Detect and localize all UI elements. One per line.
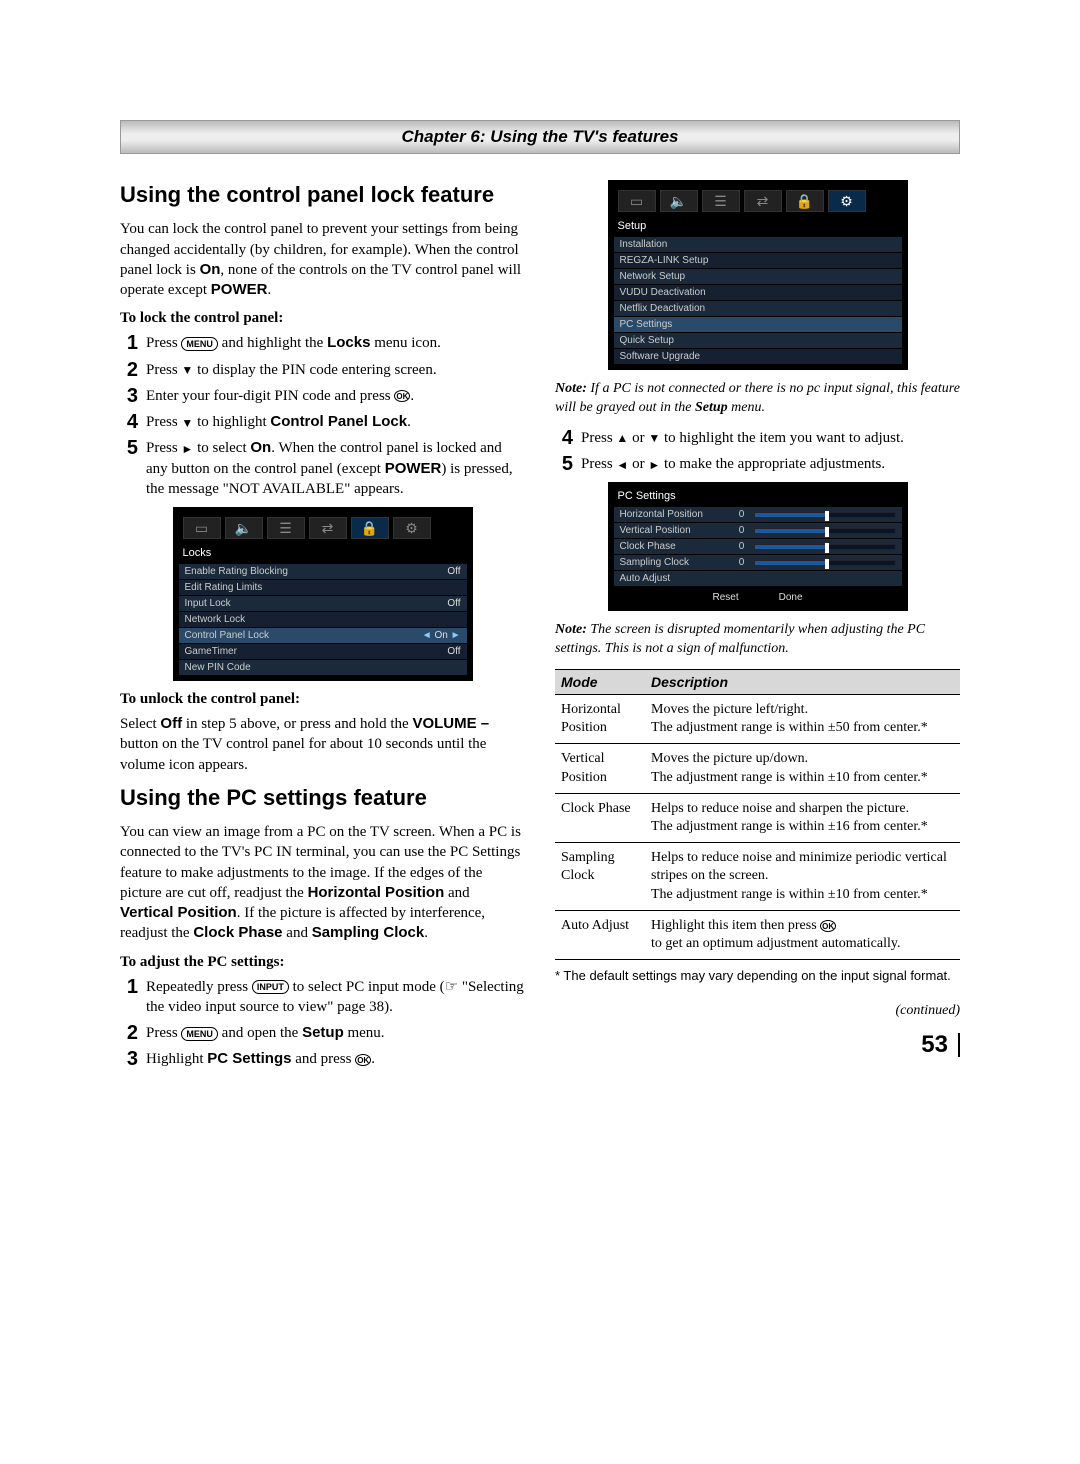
step-a2: 2 Press MENU and open the Setup menu.: [120, 1023, 525, 1043]
ok-button-icon: OK: [820, 920, 836, 932]
tab-setup-icon: ☰: [702, 190, 740, 212]
step-2: 2 Press ▼ to display the PIN code enteri…: [120, 360, 525, 380]
table-row-auto: Auto Adjust Highlight this item then pre…: [555, 910, 960, 959]
tab-picture-icon: ▭: [618, 190, 656, 212]
page-number: 53: [555, 1033, 960, 1057]
menu-row: Edit Rating Limits: [179, 579, 467, 595]
step-a3: 3 Highlight PC Settings and press OK.: [120, 1049, 525, 1069]
down-arrow-icon: ▼: [648, 430, 660, 446]
menu-row: Control Panel Lock◄ On ►: [179, 627, 467, 643]
tab-picture-icon: ▭: [183, 517, 221, 539]
step-a4: 4 Press ▲ or ▼ to highlight the item you…: [555, 428, 960, 448]
continued-label: (continued): [555, 1003, 960, 1019]
up-arrow-icon: ▲: [616, 430, 628, 446]
mode-description-table: Mode Description Horizontal PositionMove…: [555, 669, 960, 960]
steps-adjust-cont: 4 Press ▲ or ▼ to highlight the item you…: [555, 428, 960, 475]
tab-sound-icon: 🔈: [225, 517, 263, 539]
down-arrow-icon: ▼: [181, 415, 193, 431]
col-desc: Description: [645, 670, 960, 695]
table-row: Horizontal PositionMoves the picture lef…: [555, 695, 960, 744]
right-arrow-icon: ►: [181, 441, 193, 457]
menu-row: New PIN Code: [179, 659, 467, 675]
step-a5: 5 Press ◄ or ► to make the appropriate a…: [555, 454, 960, 474]
button-row: Reset Done: [614, 586, 902, 605]
menu-button-icon: MENU: [181, 337, 218, 351]
tab-lock-icon: 🔒: [351, 517, 389, 539]
slider-row: Clock Phase0: [614, 538, 902, 554]
menu-title: Setup: [614, 218, 902, 236]
step-a1: 1 Repeatedly press INPUT to select PC in…: [120, 977, 525, 1018]
table-row: Vertical PositionMoves the picture up/do…: [555, 744, 960, 793]
done-button: Done: [779, 592, 803, 603]
table-row: Sampling ClockHelps to reduce noise and …: [555, 843, 960, 911]
right-arrow-icon: ►: [648, 457, 660, 473]
menu-row: Netflix Deactivation: [614, 300, 902, 316]
tab-gear-icon: ⚙: [393, 517, 431, 539]
slider-row: Horizontal Position0: [614, 506, 902, 522]
menu-row: Enable Rating BlockingOff: [179, 563, 467, 579]
menu-title: Locks: [179, 545, 467, 563]
menu-row: PC Settings: [614, 316, 902, 332]
tab-sound-icon: 🔈: [660, 190, 698, 212]
heading-control-panel-lock: Using the control panel lock feature: [120, 182, 525, 207]
slider-row: Sampling Clock0: [614, 554, 902, 570]
menu-row: Quick Setup: [614, 332, 902, 348]
tab-row: ▭ 🔈 ☰ ⇄ 🔒 ⚙: [614, 186, 902, 218]
tab-row: ▭ 🔈 ☰ ⇄ 🔒 ⚙: [179, 513, 467, 545]
steps-adjust: 1 Repeatedly press INPUT to select PC in…: [120, 977, 525, 1070]
menu-row: Auto Adjust: [614, 570, 902, 586]
setup-menu-screenshot: ▭ 🔈 ☰ ⇄ 🔒 ⚙ Setup InstallationREGZA-LINK…: [608, 180, 908, 370]
locks-menu-screenshot: ▭ 🔈 ☰ ⇄ 🔒 ⚙ Locks Enable Rating Blocking…: [173, 507, 473, 681]
left-arrow-icon: ◄: [616, 457, 628, 473]
pc-settings-screenshot: PC Settings Horizontal Position0Vertical…: [608, 482, 908, 611]
menu-button-icon: MENU: [181, 1027, 218, 1041]
menu-row: Input LockOff: [179, 595, 467, 611]
slider-row: Vertical Position0: [614, 522, 902, 538]
tab-pref-icon: ⇄: [309, 517, 347, 539]
note-pc-connected: Note: If a PC is not connected or there …: [555, 380, 960, 418]
footnote: * The default settings may vary dependin…: [555, 968, 960, 985]
tab-pref-icon: ⇄: [744, 190, 782, 212]
steps-lock: 1 Press MENU and highlight the Locks men…: [120, 333, 525, 499]
pc-intro-paragraph: You can view an image from a PC on the T…: [120, 822, 525, 944]
menu-title: PC Settings: [614, 488, 902, 506]
chapter-header: Chapter 6: Using the TV's features: [120, 120, 960, 154]
step-3: 3 Enter your four-digit PIN code and pre…: [120, 386, 525, 406]
ok-button-icon: OK: [355, 1054, 371, 1066]
table-row: Clock PhaseHelps to reduce noise and sha…: [555, 793, 960, 842]
down-arrow-icon: ▼: [181, 362, 193, 378]
menu-row: Installation: [614, 236, 902, 252]
subhead-unlock: To unlock the control panel:: [120, 691, 525, 708]
step-5: 5 Press ► to select On. When the control…: [120, 438, 525, 499]
tab-lock-icon: 🔒: [786, 190, 824, 212]
right-column: ▭ 🔈 ☰ ⇄ 🔒 ⚙ Setup InstallationREGZA-LINK…: [555, 172, 960, 1076]
subhead-lock: To lock the control panel:: [120, 310, 525, 327]
menu-row: GameTimerOff: [179, 643, 467, 659]
menu-row: Network Setup: [614, 268, 902, 284]
input-button-icon: INPUT: [252, 980, 289, 994]
heading-pc-settings: Using the PC settings feature: [120, 785, 525, 810]
note-disrupt: Note: The screen is disrupted momentaril…: [555, 621, 960, 659]
menu-row: Network Lock: [179, 611, 467, 627]
unlock-paragraph: Select Off in step 5 above, or press and…: [120, 714, 525, 775]
left-column: Using the control panel lock feature You…: [120, 172, 525, 1076]
menu-row: REGZA-LINK Setup: [614, 252, 902, 268]
menu-row: VUDU Deactivation: [614, 284, 902, 300]
step-1: 1 Press MENU and highlight the Locks men…: [120, 333, 525, 353]
reset-button: Reset: [712, 592, 738, 603]
menu-row: Software Upgrade: [614, 348, 902, 364]
step-4: 4 Press ▼ to highlight Control Panel Loc…: [120, 412, 525, 432]
intro-paragraph: You can lock the control panel to preven…: [120, 219, 525, 300]
subhead-adjust: To adjust the PC settings:: [120, 954, 525, 971]
ok-button-icon: OK: [394, 390, 410, 402]
tab-gear-icon: ⚙: [828, 190, 866, 212]
col-mode: Mode: [555, 670, 645, 695]
tab-setup-icon: ☰: [267, 517, 305, 539]
